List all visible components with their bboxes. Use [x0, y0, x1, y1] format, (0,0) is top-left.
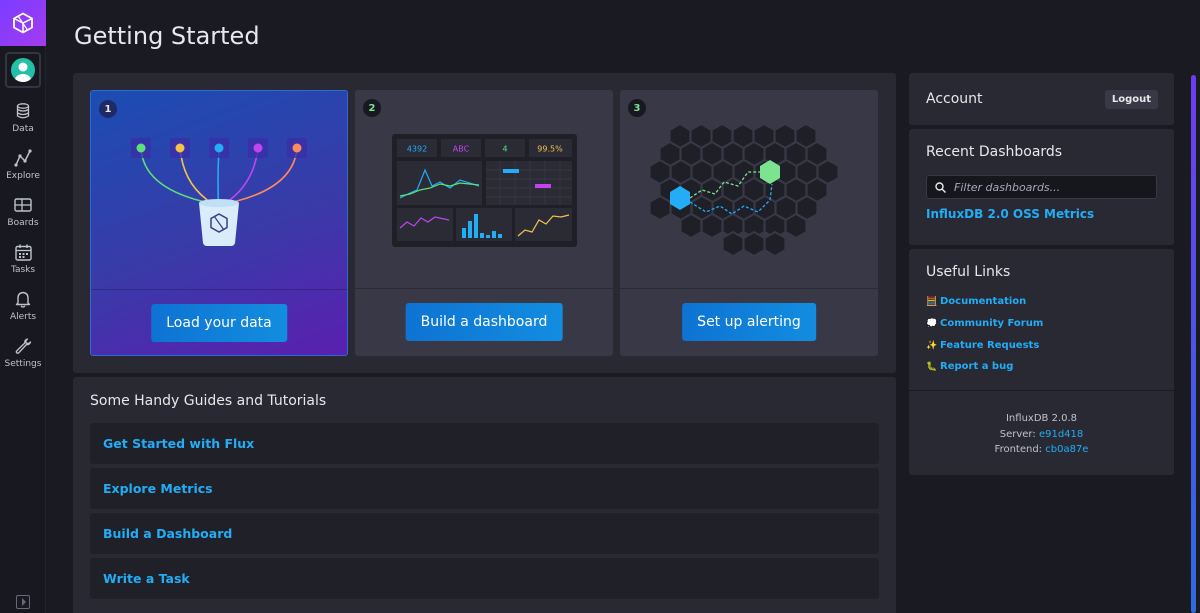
preview-cell-value: 4: [502, 145, 507, 154]
abacus-icon: 🧮: [926, 296, 938, 307]
thought-bubble-icon: 💭: [926, 318, 938, 329]
hex-cell: [763, 230, 787, 258]
bug-icon: 🐛: [926, 361, 938, 372]
useful-link-label: Report a bug: [940, 361, 1014, 372]
frontend-label: Frontend:: [994, 444, 1043, 455]
sidebar-item-label: Settings: [4, 359, 42, 369]
sidebar: Data Explore Boards Tasks Alerts Setting…: [0, 0, 46, 613]
step-card-set-up-alerting: 3 Set up alerting: [620, 90, 878, 356]
getting-started-steps: 1 Load your data 4392 ABC 4 99.5% 2 Buil…: [73, 73, 896, 373]
sidebar-item-alerts[interactable]: Alerts: [0, 282, 46, 329]
page-scrollbar[interactable]: [1191, 75, 1196, 613]
sidebar-item-label: Explore: [6, 171, 40, 181]
logout-button[interactable]: Logout: [1104, 90, 1158, 109]
filter-placeholder: Filter dashboards...: [954, 180, 1061, 194]
useful-links-title: Useful Links: [926, 264, 1011, 280]
graph-line-icon: [13, 148, 33, 168]
server-version: e91d418: [1038, 429, 1084, 440]
hex-cell: [742, 230, 766, 258]
load-data-illustration-icon: [131, 138, 307, 246]
sidebar-item-data[interactable]: Data: [0, 94, 46, 141]
useful-link-label: Documentation: [940, 296, 1027, 307]
sparkles-icon: ✨: [926, 340, 938, 351]
useful-link-documentation[interactable]: 🧮 Documentation: [926, 296, 1026, 307]
dashboards-icon: [13, 195, 33, 215]
guide-link[interactable]: Build a Dashboard: [90, 513, 879, 554]
sidebar-item-label: Alerts: [9, 312, 37, 322]
recent-dashboard-link[interactable]: InfluxDB 2.0 OSS Metrics: [926, 207, 1094, 221]
user-avatar-button[interactable]: [4, 52, 41, 88]
guides-title: Some Handy Guides and Tutorials: [90, 393, 327, 409]
calendar-icon: [13, 242, 33, 262]
dashboard-illustration-icon: 4392 ABC 4 99.5%: [392, 134, 577, 247]
set-up-alerting-button[interactable]: Set up alerting: [682, 303, 816, 341]
account-panel: Account Logout: [909, 73, 1174, 125]
avatar-icon: [10, 58, 35, 82]
server-label: Server:: [999, 429, 1036, 440]
load-data-button[interactable]: Load your data: [151, 304, 287, 342]
frontend-version: cb0a87e: [1045, 444, 1089, 455]
step-number: 1: [99, 100, 117, 118]
step-card-build-dashboard: 4392 ABC 4 99.5% 2 Build a dashboard: [355, 90, 613, 356]
useful-link-report-bug[interactable]: 🐛 Report a bug: [926, 361, 1013, 372]
sidebar-item-tasks[interactable]: Tasks: [0, 235, 46, 282]
hex-cell: [679, 212, 703, 240]
guides-panel: Some Handy Guides and Tutorials Get Star…: [73, 377, 896, 613]
step-number: 2: [363, 99, 381, 117]
build-dashboard-button[interactable]: Build a dashboard: [405, 303, 563, 341]
collapse-sidebar-icon[interactable]: [16, 595, 30, 609]
version-frontend: Frontend: cb0a87e: [909, 444, 1174, 455]
preview-cell-value: ABC: [453, 145, 470, 154]
version-server: Server: e91d418: [909, 429, 1174, 440]
filter-dashboards-input[interactable]: Filter dashboards...: [926, 175, 1157, 199]
bell-icon: [13, 289, 33, 309]
guide-link[interactable]: Explore Metrics: [90, 468, 879, 509]
preview-cell-value: 4392: [407, 145, 427, 154]
sidebar-item-explore[interactable]: Explore: [0, 141, 46, 188]
useful-link-label: Community Forum: [940, 318, 1044, 329]
preview-cell-value: 99.5%: [537, 145, 563, 154]
sidebar-item-label: Data: [12, 124, 34, 134]
hex-cell: [648, 194, 672, 222]
hex-cell: [721, 230, 745, 258]
step-card-load-data: 1 Load your data: [90, 90, 348, 356]
sidebar-item-label: Boards: [7, 218, 39, 228]
search-icon: [935, 181, 946, 193]
version-product: InfluxDB 2.0.8: [1005, 413, 1078, 424]
hex-cell: [700, 212, 724, 240]
guide-link[interactable]: Write a Task: [90, 558, 879, 599]
guide-link[interactable]: Get Started with Flux: [90, 423, 879, 464]
sidebar-item-boards[interactable]: Boards: [0, 188, 46, 235]
wrench-icon: [13, 336, 33, 356]
recent-dashboards-title: Recent Dashboards: [926, 144, 1063, 160]
recent-dashboards-panel: Recent Dashboards Filter dashboards... I…: [909, 129, 1174, 245]
sidebar-item-label: Tasks: [10, 265, 36, 275]
sidebar-item-settings[interactable]: Settings: [0, 329, 46, 376]
influxdb-logo-icon[interactable]: [0, 0, 46, 46]
useful-link-community-forum[interactable]: 💭 Community Forum: [926, 318, 1043, 329]
useful-links-panel: Useful Links 🧮 Documentation 💭 Community F…: [909, 249, 1174, 475]
alerting-illustration-icon: [648, 122, 840, 258]
hex-cell: [784, 212, 808, 240]
database-icon: [13, 101, 33, 121]
step-number: 3: [628, 99, 646, 117]
useful-link-feature-requests[interactable]: ✨ Feature Requests: [926, 340, 1039, 351]
page-title: Getting Started: [74, 22, 260, 50]
useful-link-label: Feature Requests: [940, 340, 1040, 351]
account-title: Account: [926, 91, 983, 107]
